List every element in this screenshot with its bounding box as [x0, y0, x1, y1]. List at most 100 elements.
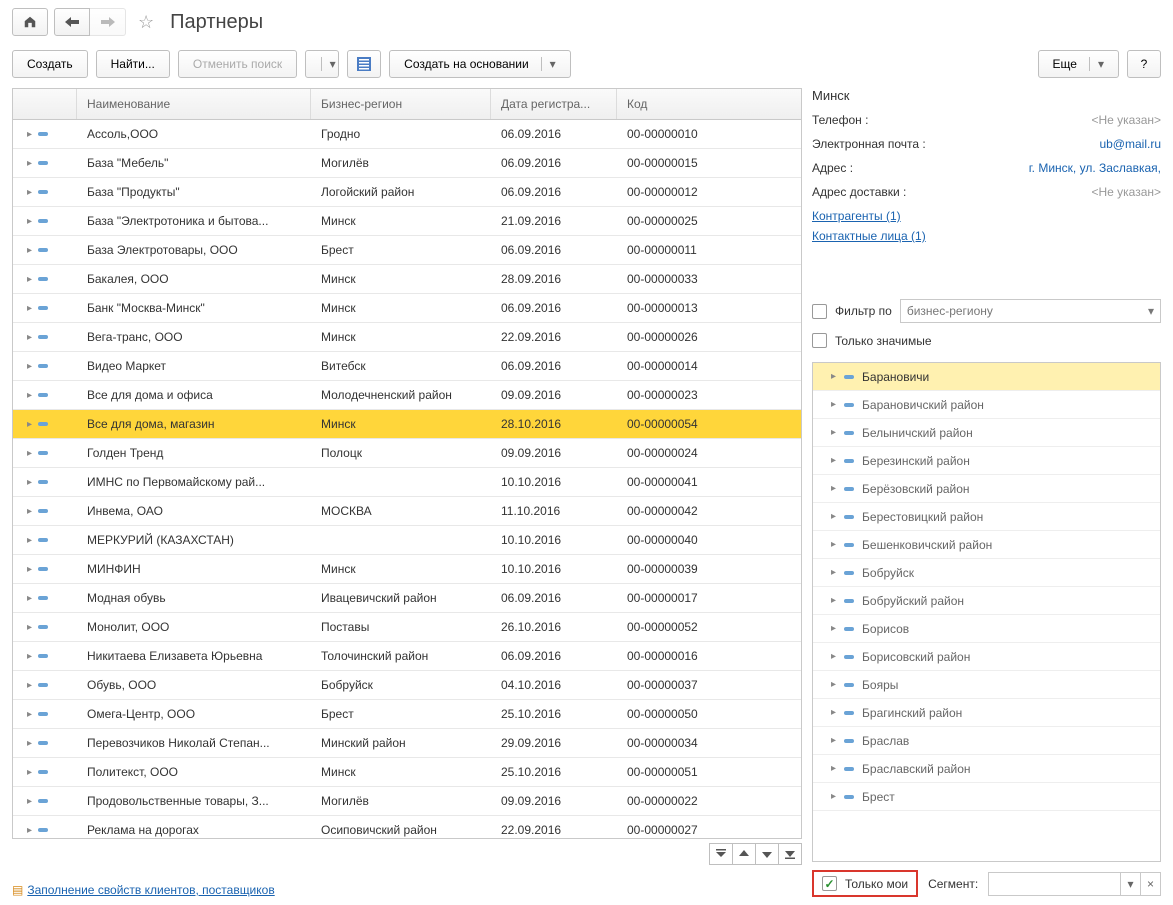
expand-icon[interactable]: ▸: [831, 539, 836, 550]
filter-by-select[interactable]: бизнес-региону ▾: [900, 299, 1161, 323]
expand-icon[interactable]: ▸: [27, 216, 32, 227]
table-row[interactable]: ▸МИНФИНМинск10.10.201600-00000039: [13, 555, 801, 584]
expand-icon[interactable]: ▸: [27, 535, 32, 546]
expand-icon[interactable]: ▸: [27, 245, 32, 256]
region-item[interactable]: ▸Браслав: [813, 727, 1160, 755]
region-item[interactable]: ▸Брагинский район: [813, 699, 1160, 727]
grid-down-button[interactable]: [755, 843, 779, 865]
table-row[interactable]: ▸База Электротовары, ОООБрест06.09.20160…: [13, 236, 801, 265]
expand-icon[interactable]: ▸: [27, 419, 32, 430]
table-row[interactable]: ▸Продовольственные товары, З...Могилёв09…: [13, 787, 801, 816]
segment-dropdown-button[interactable]: ▾: [1120, 873, 1140, 895]
region-item[interactable]: ▸Борисов: [813, 615, 1160, 643]
expand-icon[interactable]: ▸: [27, 680, 32, 691]
expand-icon[interactable]: ▸: [831, 427, 836, 438]
filter-by-checkbox[interactable]: [812, 304, 827, 319]
expand-icon[interactable]: ▸: [27, 390, 32, 401]
grid-last-button[interactable]: [778, 843, 802, 865]
favorite-icon[interactable]: ☆: [138, 12, 154, 33]
expand-icon[interactable]: ▸: [27, 796, 32, 807]
expand-icon[interactable]: ▸: [831, 763, 836, 774]
find-button[interactable]: Найти...: [96, 50, 170, 78]
table-row[interactable]: ▸Видео МаркетВитебск06.09.201600-0000001…: [13, 352, 801, 381]
region-item[interactable]: ▸Брест: [813, 783, 1160, 811]
table-row[interactable]: ▸База "Электротоника и бытова...Минск21.…: [13, 207, 801, 236]
segment-input[interactable]: ▾ ×: [988, 872, 1161, 896]
table-row[interactable]: ▸База "Продукты"Логойский район06.09.201…: [13, 178, 801, 207]
more-button[interactable]: Еще ▾: [1038, 50, 1119, 78]
region-item[interactable]: ▸Бобруйск: [813, 559, 1160, 587]
region-item[interactable]: ▸Берёзовский район: [813, 475, 1160, 503]
table-row[interactable]: ▸ИМНС по Первомайскому рай...10.10.20160…: [13, 468, 801, 497]
region-tree[interactable]: ▸Барановичи▸Барановичский район▸Белыничс…: [812, 362, 1161, 862]
expand-icon[interactable]: ▸: [831, 651, 836, 662]
expand-icon[interactable]: ▸: [27, 187, 32, 198]
expand-icon[interactable]: ▸: [831, 707, 836, 718]
region-item[interactable]: ▸Берестовицкий район: [813, 503, 1160, 531]
table-row[interactable]: ▸Все для дома и офисаМолодечненский райо…: [13, 381, 801, 410]
table-row[interactable]: ▸Вега-транс, ОООМинск22.09.201600-000000…: [13, 323, 801, 352]
expand-icon[interactable]: ▸: [27, 825, 32, 836]
only-significant-checkbox[interactable]: [812, 333, 827, 348]
region-item[interactable]: ▸Барановичский район: [813, 391, 1160, 419]
table-row[interactable]: ▸Омега-Центр, ОООБрест25.10.201600-00000…: [13, 700, 801, 729]
region-item[interactable]: ▸Бояры: [813, 671, 1160, 699]
grid-up-button[interactable]: [732, 843, 756, 865]
contacts-link[interactable]: Контактные лица (1): [812, 229, 926, 243]
expand-icon[interactable]: ▸: [831, 483, 836, 494]
expand-icon[interactable]: ▸: [831, 791, 836, 802]
col-region[interactable]: Бизнес-регион: [311, 89, 491, 119]
expand-icon[interactable]: ▸: [27, 564, 32, 575]
expand-icon[interactable]: ▸: [831, 455, 836, 466]
expand-icon[interactable]: ▸: [831, 371, 836, 382]
col-name[interactable]: Наименование: [77, 89, 311, 119]
grid-first-button[interactable]: [709, 843, 733, 865]
region-item[interactable]: ▸Бобруйский район: [813, 587, 1160, 615]
help-button[interactable]: ?: [1127, 50, 1161, 78]
home-button[interactable]: [12, 8, 48, 36]
expand-icon[interactable]: ▸: [27, 448, 32, 459]
cancel-search-button[interactable]: Отменить поиск: [178, 50, 297, 78]
expand-icon[interactable]: ▸: [27, 332, 32, 343]
table-row[interactable]: ▸МЕРКУРИЙ (КАЗАХСТАН)10.10.201600-000000…: [13, 526, 801, 555]
region-item[interactable]: ▸Бешенковичский район: [813, 531, 1160, 559]
back-button[interactable]: [54, 8, 90, 36]
address-value[interactable]: г. Минск, ул. Заславкая,: [1029, 161, 1161, 175]
only-mine-checkbox[interactable]: [822, 876, 837, 891]
table-row[interactable]: ▸Никитаева Елизавета ЮрьевнаТолочинский …: [13, 642, 801, 671]
partners-grid[interactable]: Наименование Бизнес-регион Дата регистра…: [12, 88, 802, 839]
expand-icon[interactable]: ▸: [831, 399, 836, 410]
expand-icon[interactable]: ▸: [27, 303, 32, 314]
list-view-button[interactable]: [347, 50, 381, 78]
region-item[interactable]: ▸Барановичи: [813, 363, 1160, 391]
expand-icon[interactable]: ▸: [831, 595, 836, 606]
expand-icon[interactable]: ▸: [831, 623, 836, 634]
table-row[interactable]: ▸Бакалея, ОООМинск28.09.201600-00000033: [13, 265, 801, 294]
expand-icon[interactable]: ▸: [831, 735, 836, 746]
expand-icon[interactable]: ▸: [27, 158, 32, 169]
expand-icon[interactable]: ▸: [27, 274, 32, 285]
table-row[interactable]: ▸База "Мебель"Могилёв06.09.201600-000000…: [13, 149, 801, 178]
region-item[interactable]: ▸Белыничский район: [813, 419, 1160, 447]
expand-icon[interactable]: ▸: [831, 567, 836, 578]
expand-icon[interactable]: ▸: [27, 593, 32, 604]
create-based-on-button[interactable]: Создать на основании ▾: [389, 50, 571, 78]
expand-icon[interactable]: ▸: [27, 651, 32, 662]
region-item[interactable]: ▸Березинский район: [813, 447, 1160, 475]
expand-icon[interactable]: ▸: [831, 511, 836, 522]
col-code[interactable]: Код: [617, 89, 801, 119]
expand-icon[interactable]: ▸: [27, 129, 32, 140]
table-row[interactable]: ▸Модная обувьИвацевичский район06.09.201…: [13, 584, 801, 613]
region-item[interactable]: ▸Браславский район: [813, 755, 1160, 783]
col-date[interactable]: Дата регистра...: [491, 89, 617, 119]
expand-icon[interactable]: ▸: [27, 622, 32, 633]
table-row[interactable]: ▸Монолит, ОООПоставы26.10.201600-0000005…: [13, 613, 801, 642]
contractors-link[interactable]: Контрагенты (1): [812, 209, 901, 223]
fill-properties-link[interactable]: ▤Заполнение свойств клиентов, поставщико…: [12, 883, 802, 897]
expand-icon[interactable]: ▸: [27, 709, 32, 720]
table-row[interactable]: ▸Голден ТрендПолоцк09.09.201600-00000024: [13, 439, 801, 468]
expand-icon[interactable]: ▸: [27, 506, 32, 517]
table-row[interactable]: ▸Все для дома, магазинМинск28.10.201600-…: [13, 410, 801, 439]
expand-icon[interactable]: ▸: [27, 477, 32, 488]
expand-icon[interactable]: ▸: [27, 361, 32, 372]
